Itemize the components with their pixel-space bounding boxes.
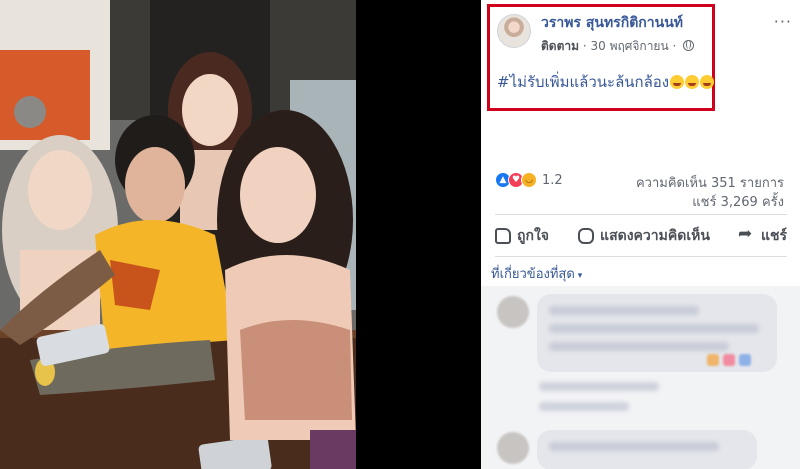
rofl-emoji-icon [670, 75, 685, 89]
comment-actions-blurred [539, 382, 659, 391]
meta-separator-2: · [672, 39, 677, 53]
comment-bubble [537, 294, 777, 372]
reactions-summary[interactable]: ▲ ♥ ◡ 1.2 [495, 172, 563, 188]
post-photo[interactable] [0, 0, 356, 469]
post-panel: วราพร สุนทรกิติกานนท์ ติดตาม · 30 พฤศจิก… [481, 0, 800, 469]
comment-sort-dropdown[interactable]: ที่เกี่ยวข้องที่สุด ▾ [491, 263, 582, 284]
author-name[interactable]: วราพร สุนทรกิติกานนท์ [541, 12, 683, 34]
like-label: ถูกใจ [517, 228, 549, 244]
divider [495, 214, 787, 215]
action-bar: ถูกใจ แสดงความคิดเห็น แชร์ [495, 222, 787, 250]
follow-link[interactable]: ติดตาม [541, 39, 579, 53]
commenter-avatar[interactable] [497, 432, 529, 464]
reply-link-blurred[interactable] [539, 402, 629, 411]
comment-count[interactable]: ความคิดเห็น 351 รายการ [636, 174, 784, 193]
like-button[interactable]: ถูกใจ [495, 225, 549, 247]
share-button[interactable]: แชร์ [738, 224, 787, 247]
comment-bubble [537, 430, 757, 469]
share-icon [738, 224, 755, 244]
thumbs-up-icon [495, 228, 511, 244]
group-selfie-image [0, 0, 356, 469]
share-count[interactable]: แชร์ 3,269 ครั้ง [636, 193, 784, 212]
share-label: แชร์ [760, 228, 787, 244]
comment-icon [578, 228, 595, 244]
sort-label: ที่เกี่ยวข้องที่สุด [491, 267, 575, 282]
reaction-count: 1.2 [542, 172, 563, 188]
post-meta: ติดตาม · 30 พฤศจิกายน · [541, 37, 695, 56]
post-text: #ไม่รับเพิ่มแล้วนะล้นกล้อง [497, 70, 715, 94]
commenter-avatar[interactable] [497, 296, 529, 328]
divider [495, 256, 787, 257]
haha-reaction-icon: ◡ [521, 172, 537, 188]
photo-viewer [0, 0, 481, 469]
rofl-emoji-icon [685, 75, 700, 89]
caret-down-icon: ▾ [577, 271, 583, 281]
globe-icon [683, 40, 695, 51]
rofl-emoji-icon [700, 75, 715, 89]
comment-label: แสดงความคิดเห็น [600, 228, 710, 244]
hashtag-link[interactable]: #ไม่รับเพิ่มแล้วนะล้นกล้อง [497, 73, 669, 91]
meta-separator: · [582, 39, 587, 53]
engagement-stats: ความคิดเห็น 351 รายการ แชร์ 3,269 ครั้ง [636, 174, 784, 212]
post-date[interactable]: 30 พฤศจิกายน [591, 39, 669, 53]
more-options-icon[interactable]: ··· [774, 12, 792, 31]
author-avatar[interactable] [497, 14, 531, 48]
comments-list [481, 286, 800, 469]
comment-button[interactable]: แสดงความคิดเห็น [578, 225, 710, 247]
